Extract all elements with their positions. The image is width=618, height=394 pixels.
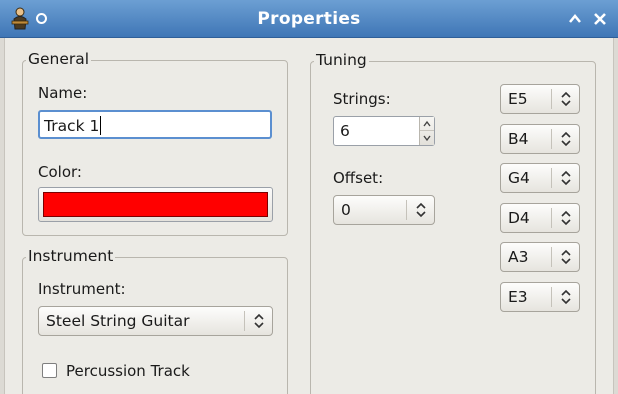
- chevron-updown-icon: [561, 210, 571, 225]
- maximize-icon[interactable]: [565, 9, 585, 29]
- close-icon[interactable]: [590, 9, 610, 29]
- general-legend: General: [26, 50, 92, 68]
- chevron-updown-icon: [254, 313, 264, 329]
- tuning-note-value: E3: [508, 287, 528, 306]
- offset-select[interactable]: 0: [333, 195, 435, 225]
- chevron-updown-icon: [561, 289, 571, 304]
- tuning-note-value: E5: [508, 90, 528, 108]
- instrument-label: Instrument:: [38, 280, 126, 298]
- spin-up-icon[interactable]: [420, 117, 434, 131]
- percussion-checkbox[interactable]: [42, 363, 57, 378]
- text-caret: [100, 116, 102, 135]
- chevron-updown-icon: [416, 202, 426, 218]
- chevron-updown-icon: [561, 170, 571, 186]
- tuning-note-value: B4: [508, 129, 529, 148]
- name-label: Name:: [38, 84, 88, 102]
- tuning-note-select[interactable]: E3: [500, 281, 580, 312]
- color-swatch: [43, 192, 268, 217]
- strings-spinner[interactable]: 6: [333, 116, 435, 146]
- tuning-note-value: G4: [508, 169, 530, 187]
- tuning-note-select[interactable]: A3: [500, 242, 580, 272]
- tuning-note-value: A3: [508, 248, 529, 266]
- color-button[interactable]: [38, 187, 273, 222]
- instrument-select[interactable]: Steel String Guitar: [38, 306, 273, 336]
- strings-spinner-value: 6: [340, 122, 350, 140]
- offset-label: Offset:: [333, 169, 384, 187]
- chevron-updown-icon: [561, 91, 571, 107]
- offset-select-value: 0: [341, 201, 351, 219]
- strings-label: Strings:: [333, 90, 391, 108]
- chevron-updown-icon: [561, 131, 571, 146]
- name-input[interactable]: Track 1: [38, 110, 272, 139]
- tuning-note-select[interactable]: G4: [500, 163, 580, 193]
- instrument-legend: Instrument: [26, 247, 116, 265]
- name-input-value: Track 1: [44, 117, 100, 135]
- color-label: Color:: [38, 163, 82, 181]
- tuning-note-select[interactable]: B4: [500, 123, 580, 154]
- tuning-note-select[interactable]: D4: [500, 202, 580, 233]
- window-frame-left: [0, 38, 5, 394]
- instrument-select-value: Steel String Guitar: [46, 312, 190, 330]
- spin-down-icon[interactable]: [420, 131, 434, 145]
- title-bar[interactable]: Properties: [0, 0, 618, 38]
- window-title: Properties: [257, 9, 361, 29]
- percussion-label[interactable]: Percussion Track: [66, 362, 190, 380]
- tuning-legend: Tuning: [314, 51, 369, 69]
- tuning-note-value: D4: [508, 208, 530, 227]
- chevron-updown-icon: [561, 249, 571, 265]
- tuning-note-select[interactable]: E5: [500, 84, 580, 114]
- window-frame-right: [613, 38, 618, 394]
